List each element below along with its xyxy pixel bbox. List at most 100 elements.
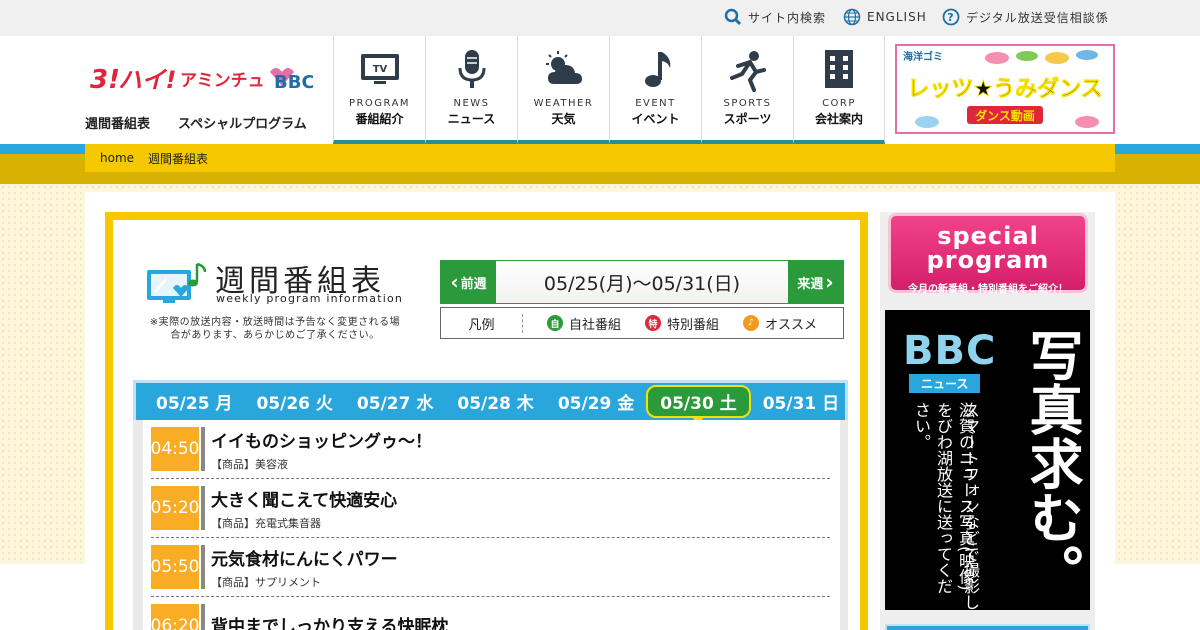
english-label: ENGLISH [867, 10, 927, 24]
svg-text:TV: TV [372, 64, 387, 75]
svg-text:?: ? [947, 11, 954, 24]
program-sub: 【商品】サプリメント [211, 575, 321, 589]
nav-program[interactable]: TV PROGRAM 番組紹介 [333, 36, 425, 144]
program-sub: 【商品】美容液 [211, 457, 288, 471]
tab-day-0528[interactable]: 05/28 木 [445, 387, 545, 416]
program-title: 背中までしっかり支える快眠枕 [211, 616, 449, 630]
sports-icon [729, 51, 766, 92]
special-program-link[interactable]: スペシャルプログラム [178, 113, 307, 132]
sidebar-next-banner [885, 624, 1090, 630]
special-program-title: special program [926, 222, 1050, 274]
site-search-link[interactable]: サイト内検索 [724, 8, 826, 26]
dance-banner-main: レッツ★うみダンス [907, 76, 1102, 102]
tab-day-0531[interactable]: 05/31 日 [751, 387, 851, 416]
tab-day-0526[interactable]: 05/26 火 [244, 387, 344, 416]
microphone-icon [458, 50, 485, 88]
next-week-label: 来週 [797, 276, 824, 292]
program-title: 元気食材にんにくパワー [211, 549, 398, 570]
nav-corp-ja: 会社案内 [814, 112, 863, 126]
tv-heart-icon [147, 262, 207, 303]
breadcrumb: home 週間番組表 [85, 144, 1115, 172]
english-link[interactable]: ENGLISH [843, 8, 927, 26]
program-list: 04:50 イイものショッピングゥ～！ 【商品】美容液 05:20 大きく聞こえ… [143, 420, 840, 630]
row-divider [201, 486, 205, 530]
nav-program-en: PROGRAM [348, 98, 411, 109]
tab-day-0525[interactable]: 05/25 月 [144, 387, 244, 416]
row-divider [201, 545, 205, 589]
question-icon: ? [942, 8, 960, 26]
nav-news-en: NEWS [453, 98, 490, 109]
weekly-schedule-link[interactable]: 週間番組表 [85, 113, 150, 132]
program-title: 大きく聞こえて快適安心 [211, 490, 398, 511]
legend: 凡例 自 自社番組 特 特別番組 ♪ オススメ [440, 307, 844, 339]
legend-own-label: 自社番組 [569, 317, 622, 333]
bbc-logo: BBC [903, 328, 997, 374]
nav-sports-ja: スポーツ [723, 112, 772, 126]
legend-label: 凡例 [441, 313, 523, 333]
nav-event-ja: イベント [631, 112, 680, 126]
svg-text:BBC: BBC [274, 72, 313, 93]
nav-news-ja: ニュース [447, 112, 496, 126]
bbc-news-tag: ニュース [909, 374, 981, 393]
week-range: 05/25(月)～05/31(日) [496, 261, 788, 303]
breadcrumb-home[interactable]: home [100, 151, 134, 165]
building-icon [825, 50, 853, 88]
music-note-icon [644, 52, 670, 87]
main-nav: TV PROGRAM 番組紹介 NEWS ニュース WEATHER 天気 EVE… [333, 36, 885, 144]
program-row[interactable]: 06:20 背中までしっかり支える快眠枕 [151, 597, 830, 630]
next-week-button[interactable]: 来週 › [788, 261, 843, 303]
nav-weather[interactable]: WEATHER 天気 [517, 36, 609, 144]
globe-icon [843, 8, 861, 26]
search-icon [724, 8, 742, 26]
program-row[interactable]: 05:50 元気食材にんにくパワー 【商品】サプリメント [151, 538, 830, 597]
svg-text:アミンチュ: アミンチュ [180, 71, 265, 91]
legend-own-program: 自 自社番組 [547, 314, 621, 333]
program-time: 06:20 [151, 604, 200, 630]
prev-week-button[interactable]: ‹ 前週 [441, 261, 496, 303]
tv-icon: TV [360, 54, 399, 84]
program-row[interactable]: 05:20 大きく聞こえて快適安心 【商品】充電式集音器 [151, 479, 830, 538]
day-tabs: 05/25 月 05/26 火 05/27 水 05/28 木 05/29 金 … [133, 380, 851, 425]
nav-event[interactable]: EVENT イベント [609, 36, 701, 144]
svg-text:3!: 3! [90, 65, 120, 95]
nav-news[interactable]: NEWS ニュース [425, 36, 517, 144]
site-header: 3! ハイ! アミンチュ BBC 週間番組表 スペシャルプログラム TV PRO… [0, 36, 1200, 144]
recommend-icon: ♪ [743, 315, 760, 331]
station-logo[interactable]: 3! ハイ! アミンチュ BBC [88, 58, 313, 96]
chevron-right-icon: › [825, 270, 834, 294]
weather-icon [545, 51, 582, 84]
news-photo-banner[interactable]: BBC ニュース 写真求む。 スマートフォンなどで撮影した、 滋賀のニュース写真… [885, 310, 1090, 610]
row-divider [201, 427, 205, 471]
schedule-note: ※実際の放送内容・放送時間は予告なく変更される場合があります、あらかじめご了承く… [149, 317, 401, 341]
program-sub: 【商品】充電式集音器 [211, 516, 321, 530]
legend-special-label: 特別番組 [667, 317, 720, 333]
dance-banner-top: 海洋ゴミ [903, 50, 943, 63]
nav-weather-en: WEATHER [533, 98, 594, 109]
svg-text:ハイ!: ハイ! [118, 66, 176, 94]
program-row[interactable]: 04:50 イイものショッピングゥ～！ 【商品】美容液 [151, 420, 830, 479]
nav-corp-en: CORP [822, 98, 856, 109]
nav-program-ja: 番組紹介 [355, 112, 404, 126]
umi-dance-banner[interactable]: 海洋ゴミ レッツ★うみダンス ダンス動画 [895, 44, 1115, 134]
nav-sports[interactable]: SPORTS スポーツ [701, 36, 793, 144]
breadcrumb-current: 週間番組表 [148, 151, 209, 166]
digital-support-link[interactable]: ? デジタル放送受信相談係 [942, 8, 1109, 26]
utility-bar: サイト内検索 ENGLISH ? デジタル放送受信相談係 [0, 0, 1200, 36]
nav-sports-en: SPORTS [723, 98, 772, 109]
nav-corp[interactable]: CORP 会社案内 [793, 36, 885, 144]
program-time: 05:50 [151, 545, 200, 589]
tab-day-0530[interactable]: 05/30 土 [646, 385, 751, 425]
week-navigator: ‹ 前週 05/25(月)～05/31(日) 来週 › [440, 260, 844, 304]
tab-day-0527[interactable]: 05/27 水 [345, 387, 445, 416]
special-program-banner[interactable]: special program 今月の新番組・特別番組をご紹介！ [888, 213, 1088, 295]
program-time: 04:50 [151, 427, 200, 471]
tab-day-0529[interactable]: 05/29 金 [546, 387, 646, 416]
legend-recommend-label: オススメ [765, 317, 818, 333]
sub-links: 週間番組表 スペシャルプログラム [85, 113, 307, 132]
nav-weather-ja: 天気 [551, 112, 576, 126]
legend-special-program: 特 特別番組 [645, 314, 719, 333]
digital-support-label: デジタル放送受信相談係 [966, 10, 1109, 25]
row-divider [201, 604, 205, 630]
bbc-headline: 写真求む。 [1020, 328, 1083, 598]
bbc-copy-line2: 滋賀のニュース写真(映像)をびわ湖放送に送ってください。 [912, 402, 975, 594]
